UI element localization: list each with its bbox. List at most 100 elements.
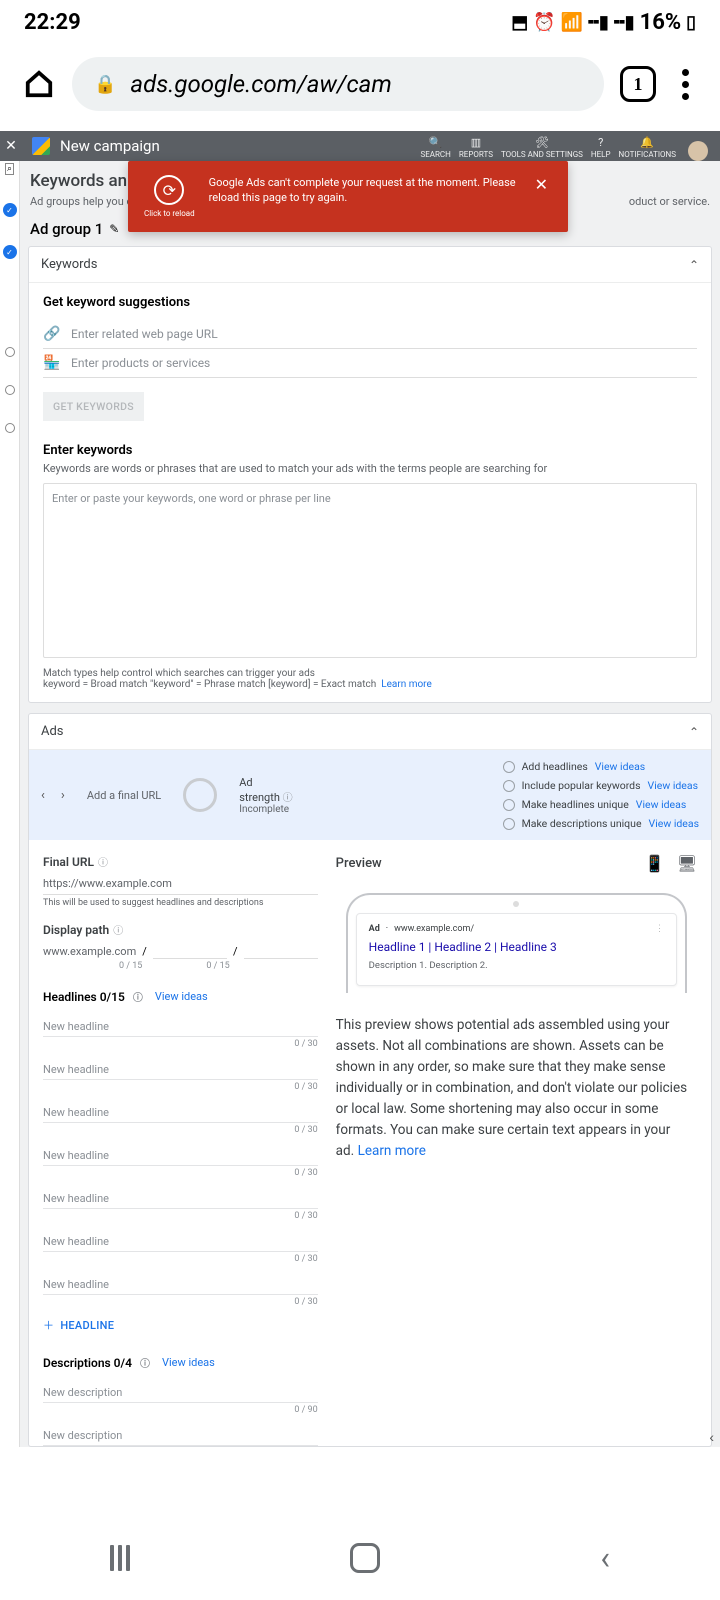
close-icon[interactable]: ✕	[0, 138, 22, 154]
learn-more-link[interactable]: Learn more	[381, 679, 432, 690]
ad-tips: Add headlinesView ideas Include popular …	[503, 760, 699, 830]
step-circle-1[interactable]	[5, 347, 15, 357]
radio-icon	[503, 818, 515, 830]
stepper-rail: ⌕ ✓ ✓	[0, 161, 20, 1447]
url-input[interactable]	[71, 327, 697, 341]
info-icon: ⋮	[655, 924, 664, 934]
home-button[interactable]	[350, 1543, 380, 1573]
description-input[interactable]: New description	[43, 1425, 318, 1446]
battery-text: 16%	[640, 10, 682, 35]
plus-icon: ＋	[43, 1317, 54, 1333]
nav-notifications[interactable]: 🔔NOTIFICATIONS	[619, 136, 676, 161]
next-ad-icon[interactable]: ›	[61, 788, 65, 803]
phone-frame: Ad·www.example.com/⋮ Headline 1 | Headli…	[346, 893, 687, 993]
get-keywords-button[interactable]: GET KEYWORDS	[43, 392, 144, 421]
view-ideas-link[interactable]: View ideas	[649, 817, 699, 830]
ads-info-bar: ‹ › Add a final URL Ad strength ⓘ Incomp…	[29, 750, 711, 840]
headline-input[interactable]: New headline0 / 30	[43, 1274, 318, 1295]
collapse-icon[interactable]: ‹	[709, 1429, 714, 1445]
browser-menu-icon[interactable]	[672, 69, 698, 100]
final-url-note: This will be used to suggest headlines a…	[43, 898, 318, 908]
browser-home-icon[interactable]	[22, 67, 56, 101]
tip-row: Add headlinesView ideas	[503, 760, 699, 773]
error-toast: ⟳ Click to reload Google Ads can't compl…	[128, 161, 568, 232]
ad-preview-card: Ad·www.example.com/⋮ Headline 1 | Headli…	[356, 913, 677, 986]
view-ideas-link[interactable]: View ideas	[595, 760, 645, 773]
desktop-preview-icon[interactable]: 🖥	[677, 854, 697, 873]
view-ideas-link[interactable]: View ideas	[648, 779, 698, 792]
preview-headlines: Headline 1 | Headline 2 | Headline 3	[369, 940, 664, 954]
preview-note: This preview shows potential ads assembl…	[336, 1015, 697, 1161]
status-time: 22:29	[24, 10, 81, 35]
help-icon[interactable]: ⓘ	[283, 793, 293, 804]
products-input[interactable]	[71, 356, 697, 370]
headline-input[interactable]: New headline0 / 30	[43, 1016, 318, 1037]
suggestions-title: Get keyword suggestions	[43, 295, 697, 310]
preview-header: Preview 📱 🖥	[336, 854, 697, 873]
mobile-preview-icon[interactable]: 📱	[645, 854, 665, 873]
reload-icon[interactable]: ⟳	[154, 175, 184, 205]
headline-input[interactable]: New headline0 / 30	[43, 1231, 318, 1252]
match-types-note: Match types help control which searches …	[43, 668, 697, 690]
edit-icon[interactable]: ✎	[109, 222, 119, 236]
headline-input[interactable]: New headline0 / 30	[43, 1145, 318, 1166]
keywords-card-header[interactable]: Keywords ⌃	[29, 247, 711, 283]
update-icon: ⬒	[511, 12, 528, 33]
tab-count-button[interactable]: 1	[620, 66, 656, 102]
step-check-2[interactable]: ✓	[3, 245, 17, 259]
view-ideas-link[interactable]: View ideas	[155, 990, 208, 1003]
headline-input[interactable]: New headline0 / 30	[43, 1059, 318, 1080]
alarm-icon: ⏰	[533, 12, 555, 33]
view-ideas-link[interactable]: View ideas	[636, 798, 686, 811]
prev-ad-icon[interactable]: ‹	[41, 788, 45, 803]
preview-description: Description 1. Description 2.	[369, 960, 664, 971]
browser-chrome: 🔒 ads.google.com/aw/cam 1	[0, 41, 720, 131]
nav-tools[interactable]: 🛠TOOLS AND SETTINGS	[501, 136, 583, 161]
help-icon[interactable]: ⓘ	[98, 854, 108, 869]
nav-help[interactable]: ?HELP	[591, 136, 611, 161]
link-icon: 🔗	[43, 326, 61, 342]
search-small-icon[interactable]: ⌕	[5, 163, 14, 175]
description-input[interactable]: New description0 / 90	[43, 1382, 318, 1403]
recents-button[interactable]	[110, 1545, 130, 1571]
enter-keywords-title: Enter keywords	[43, 443, 697, 458]
battery-icon: ▯	[686, 12, 696, 33]
step-check-1[interactable]: ✓	[3, 203, 17, 217]
address-bar[interactable]: 🔒 ads.google.com/aw/cam	[72, 57, 604, 111]
ads-card-header[interactable]: Ads ⌃	[29, 714, 711, 750]
reload-label: Click to reload	[144, 209, 195, 218]
radio-icon	[503, 780, 515, 792]
ad-strength-labels: Ad strength ⓘ Incomplete	[239, 776, 292, 815]
path2-input[interactable]	[244, 943, 318, 959]
ad-pager: ‹ ›	[41, 788, 65, 803]
step-circle-2[interactable]	[5, 385, 15, 395]
preview-column: Preview 📱 🖥 Ad·www.example.com/⋮ Headlin…	[336, 854, 697, 1446]
final-url-input[interactable]: https://www.example.com	[43, 873, 318, 895]
learn-more-link[interactable]: Learn more	[358, 1143, 426, 1159]
back-button[interactable]: ‹	[600, 1539, 610, 1577]
add-final-url-text: Add a final URL	[87, 789, 161, 802]
add-headline-button[interactable]: ＋HEADLINE	[43, 1317, 318, 1333]
view-ideas-link[interactable]: View ideas	[162, 1356, 215, 1369]
help-icon[interactable]: ⓘ	[140, 1355, 150, 1370]
help-icon[interactable]: ⓘ	[133, 989, 143, 1004]
headline-input[interactable]: New headline0 / 30	[43, 1188, 318, 1209]
nav-search[interactable]: 🔍SEARCH	[420, 136, 450, 161]
google-ads-logo	[32, 137, 50, 155]
help-icon[interactable]: ⓘ	[113, 922, 123, 937]
display-path-label: Display pathⓘ	[43, 922, 318, 937]
status-bar: 22:29 ⬒ ⏰ 📶 ╍▮ ╍▮ 16% ▯	[0, 0, 720, 41]
chevron-up-icon: ⌃	[689, 725, 699, 739]
status-right: ⬒ ⏰ 📶 ╍▮ ╍▮ 16% ▯	[511, 10, 696, 35]
headline-input[interactable]: New headline0 / 30	[43, 1102, 318, 1123]
final-url-label: Final URLⓘ	[43, 854, 318, 869]
avatar[interactable]	[688, 141, 708, 161]
close-icon[interactable]: ✕	[531, 175, 552, 194]
radio-icon	[503, 761, 515, 773]
signal2-icon: ╍▮	[614, 12, 635, 33]
keywords-textarea[interactable]: Enter or paste your keywords, one word o…	[43, 483, 697, 658]
path1-input[interactable]	[153, 943, 227, 959]
step-circle-3[interactable]	[5, 423, 15, 433]
nav-reports[interactable]: ▥REPORTS	[459, 136, 493, 161]
chevron-up-icon: ⌃	[689, 258, 699, 272]
